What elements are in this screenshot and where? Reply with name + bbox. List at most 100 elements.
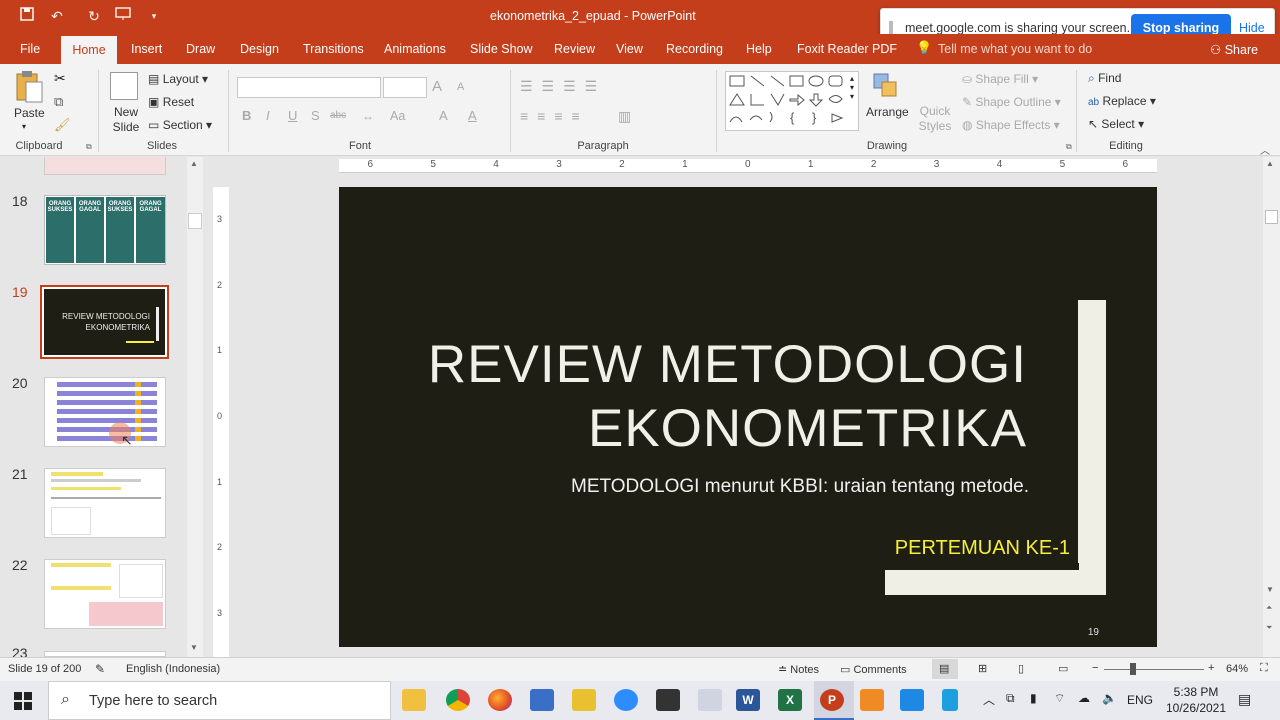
slide-meeting-label[interactable]: PERTEMUAN KE-1 [799,537,1070,560]
thumbnail-19-selected[interactable]: REVIEW METODOLOGI EKONOMETRIKA [40,285,169,359]
dialog-launcher-icon[interactable]: ⧉ [86,142,92,152]
scroll-down-icon[interactable]: ▼ [1266,585,1274,594]
new-slide-icon[interactable] [110,72,138,100]
reading-view-icon[interactable]: ▯ [1018,662,1024,675]
shapes-gallery[interactable]: {} [725,71,859,131]
spellcheck-icon[interactable]: ✎ [95,662,105,676]
scroll-up-icon[interactable]: ▲ [190,159,198,168]
comments-button[interactable]: ▭ Comments [840,663,907,676]
slideshow-view-icon[interactable]: ▭ [1058,662,1068,675]
font-size-dropdown[interactable] [383,77,427,98]
bold-button[interactable]: B [242,108,251,123]
media-app-icon[interactable] [656,689,680,711]
undo-icon[interactable]: ↶ [47,6,67,26]
select-button[interactable]: ↖ Select ▾ [1088,117,1144,131]
slide-canvas[interactable]: REVIEW METODOLOGI EKONOMETRIKA METODOLOG… [339,187,1157,647]
tab-insert[interactable]: Insert [121,34,172,64]
save-icon[interactable] [17,6,37,26]
layout-button[interactable]: ▤ Layout ▾ [148,72,208,86]
thumbnail-21[interactable] [44,468,166,538]
powerpoint-taskbar-button[interactable]: P [814,681,854,720]
reset-button[interactable]: ▣ Reset [148,95,194,109]
share-button[interactable]: ⚇ Share [1210,42,1258,57]
tell-me-search[interactable]: Tell me what you want to do [938,42,1092,56]
snipping-icon[interactable] [698,689,722,711]
list-buttons[interactable]: ☰☰☰☰ [520,78,606,95]
language-indicator[interactable]: English (Indonesia) [126,663,220,675]
photos-icon[interactable] [900,689,924,711]
editor-scrollbar[interactable]: ▲ ▼ ⏶ ⏷ [1263,157,1280,657]
find-button[interactable]: ⌕ Find [1088,71,1121,86]
new-slide-button[interactable]: New Slide [111,105,141,135]
copy-icon[interactable]: ⧉ [54,94,63,110]
shrink-font-icon[interactable]: A [457,81,464,93]
customize-qat-icon[interactable]: ▾ [144,6,164,26]
tab-review[interactable]: Review [544,34,605,64]
tab-animations[interactable]: Animations [374,34,456,64]
quick-styles-button[interactable]: Quick Styles [918,104,952,134]
replace-button[interactable]: ab Replace ▾ [1088,94,1156,108]
thumbnail-scrollbar[interactable]: ▲ ▼ [187,157,203,657]
arrange-button[interactable]: Arrange [866,105,909,119]
scroll-thumb[interactable] [188,213,202,229]
clear-format-button[interactable]: A [439,108,448,123]
grow-font-icon[interactable]: A [432,78,442,95]
notes-button[interactable]: ≐ Notes [778,663,819,676]
clock[interactable]: 5:38 PM 10/26/2021 [1164,684,1228,716]
tab-slide-show[interactable]: Slide Show [460,34,543,64]
firefox-icon[interactable] [488,689,512,711]
change-case-button[interactable]: Aa [390,109,405,123]
zoom-app-icon[interactable] [614,689,638,711]
fit-slide-icon[interactable]: ⛶ [1260,662,1268,675]
foxit-icon[interactable] [860,689,884,711]
tab-file[interactable]: File [10,34,50,64]
scroll-up-icon[interactable]: ▲ [1266,159,1274,168]
paste-button[interactable]: Paste [14,106,45,120]
text-shadow-button[interactable]: S [311,108,320,123]
zoom-slider[interactable] [1104,669,1204,670]
arrange-icon[interactable] [872,72,900,100]
italic-button[interactable]: I [266,108,270,123]
thumbnail-20[interactable]: ↖ [44,377,166,447]
previous-slide-icon[interactable]: ⏶ [1266,603,1272,613]
calculator-icon[interactable] [530,689,554,711]
strikethrough-button[interactable]: abc [330,110,346,121]
font-color-button[interactable]: A [468,108,477,123]
slide-sorter-icon[interactable]: ⊞ [978,662,987,675]
onedrive-icon[interactable]: ☁ [1078,691,1090,705]
network-app-icon[interactable]: ⧉ [1006,691,1015,706]
shape-fill-button[interactable]: ⛀ Shape Fill ▾ [962,72,1038,86]
tab-foxit[interactable]: Foxit Reader PDF [787,34,907,64]
normal-view-button[interactable]: ▤ [932,659,958,679]
chrome-icon[interactable] [446,689,470,711]
taskbar-search[interactable]: ⌕ Type here to search [48,681,391,720]
underline-button[interactable]: U [288,108,297,123]
zoom-level[interactable]: 64% [1226,663,1248,675]
windows-start-icon[interactable] [14,692,32,713]
scroll-thumb[interactable] [1265,210,1278,224]
excel-icon[interactable]: X [778,689,802,711]
zoom-out-icon[interactable]: − [1092,662,1098,674]
tab-draw[interactable]: Draw [176,34,225,64]
battery-icon[interactable]: ▮ [1030,691,1037,705]
volume-icon[interactable]: 🔈 [1102,691,1117,705]
zoom-slider-handle[interactable] [1130,663,1136,675]
collapse-ribbon-icon[interactable]: ︿ [1260,142,1270,157]
dialog-launcher-icon[interactable]: ⧉ [1066,142,1072,152]
slide-title-line2[interactable]: EKONOMETRIKA [379,397,1027,461]
slide-subtitle[interactable]: METODOLOGI menurut KBBI: uraian tentang … [489,476,1029,498]
phone-icon[interactable] [942,689,958,711]
thumbnail-22[interactable] [44,559,166,629]
zoom-in-icon[interactable]: + [1208,662,1214,674]
columns-icon[interactable]: ▥ [618,108,631,125]
gallery-scroll-icon[interactable]: ▴ ▾ ▾ [850,74,854,101]
cut-icon[interactable]: ✂ [54,70,66,87]
shape-outline-button[interactable]: ✎ Shape Outline ▾ [962,95,1061,109]
hide-button[interactable]: Hide [1239,21,1265,35]
show-hidden-icons[interactable]: ︿ [983,691,995,708]
thumbnail-18[interactable]: ORANG SUKSES ORANG GAGAL ORANG SUKSES OR… [44,195,166,265]
redo-icon[interactable]: ↻ [84,6,104,26]
word-icon[interactable]: W [736,689,760,711]
present-icon[interactable] [113,6,133,26]
tab-design[interactable]: Design [230,34,289,64]
